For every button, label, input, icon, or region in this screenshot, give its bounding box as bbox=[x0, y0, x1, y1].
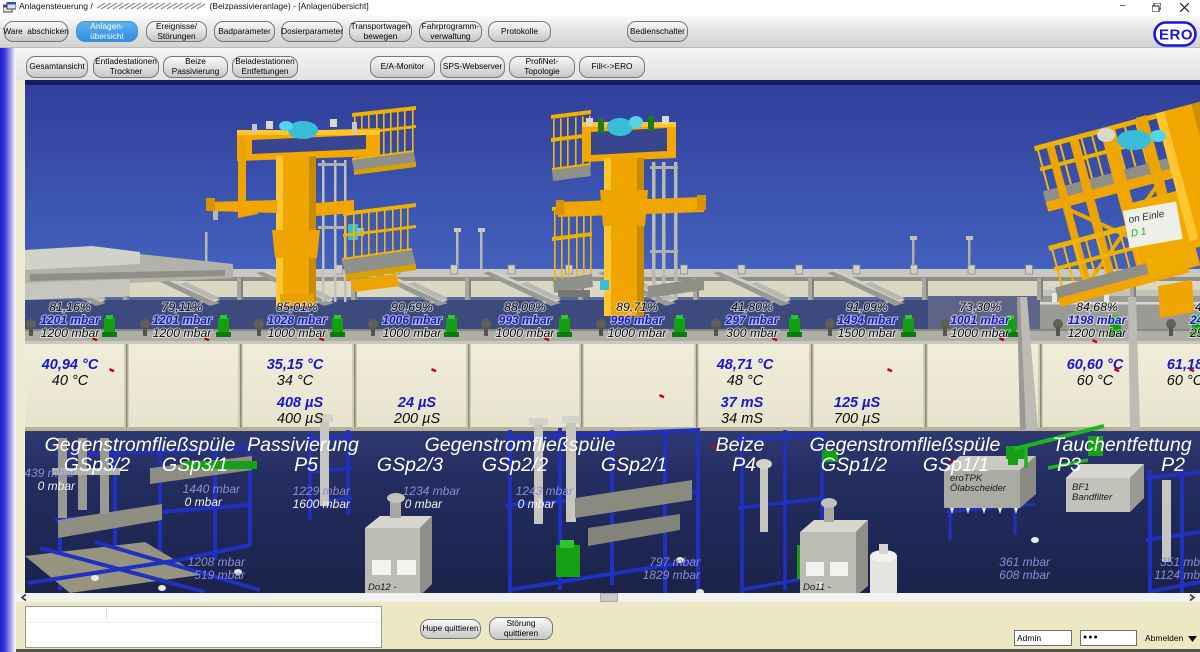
svg-text:P2: P2 bbox=[1161, 454, 1185, 476]
svg-text:300 mbar: 300 mbar bbox=[726, 326, 779, 340]
svg-text:GSp2/1: GSp2/1 bbox=[601, 454, 667, 476]
svg-text:1000 mbar: 1000 mbar bbox=[268, 326, 328, 340]
svg-text:48,71 °C: 48,71 °C bbox=[716, 357, 774, 373]
svg-text:GSp2/3: GSp2/3 bbox=[377, 454, 443, 476]
svg-text:1229 mbar: 1229 mbar bbox=[293, 484, 351, 498]
svg-text:Gegenstromfließspüle: Gegenstromfließspüle bbox=[810, 434, 1001, 456]
svg-text:Tauchentfettung: Tauchentfettung bbox=[1052, 434, 1191, 456]
svg-text:1028 mbar: 1028 mbar bbox=[267, 313, 328, 327]
svg-text:439 mbar: 439 mbar bbox=[24, 466, 76, 480]
svg-text:48 °C: 48 °C bbox=[727, 373, 764, 389]
svg-text:1006 mbar: 1006 mbar bbox=[382, 313, 443, 327]
svg-text:P4: P4 bbox=[732, 454, 756, 476]
svg-text:993 mbar: 993 mbar bbox=[499, 313, 553, 327]
svg-text:1001 mbar: 1001 mbar bbox=[950, 313, 1011, 327]
svg-text:79,11%: 79,11% bbox=[162, 300, 203, 314]
svg-text:GSp2/2: GSp2/2 bbox=[482, 454, 548, 476]
svg-text:408 µS: 408 µS bbox=[276, 395, 324, 411]
svg-text:1243 mbar: 1243 mbar bbox=[516, 484, 574, 498]
svg-text:Ölabscheider: Ölabscheider bbox=[950, 483, 1007, 494]
svg-text:1000 mbar: 1000 mbar bbox=[951, 326, 1011, 340]
svg-text:0 mbar: 0 mbar bbox=[518, 497, 556, 511]
svg-text:0 mbar: 0 mbar bbox=[38, 479, 76, 493]
svg-text:90,69%: 90,69% bbox=[391, 300, 433, 314]
svg-text:1000 mbar: 1000 mbar bbox=[496, 326, 556, 340]
svg-text:P3: P3 bbox=[1057, 454, 1081, 476]
svg-text:200 µS: 200 µS bbox=[393, 411, 441, 427]
svg-text:1208 mbar: 1208 mbar bbox=[188, 555, 246, 569]
svg-text:37 mS: 37 mS bbox=[721, 395, 764, 411]
svg-text:ERO: ERO bbox=[1159, 27, 1193, 44]
svg-text:P5: P5 bbox=[294, 454, 318, 476]
svg-text:85,01%: 85,01% bbox=[276, 300, 318, 314]
svg-text:73,30%: 73,30% bbox=[959, 300, 1001, 314]
svg-text:1000 mbar: 1000 mbar bbox=[383, 326, 443, 340]
svg-text:1500 mbar: 1500 mbar bbox=[838, 326, 898, 340]
svg-text:1000 mbar: 1000 mbar bbox=[608, 326, 668, 340]
svg-text:81,16%: 81,16% bbox=[49, 300, 91, 314]
svg-text:361 mbar: 361 mbar bbox=[999, 555, 1051, 569]
svg-text:1198 mbar: 1198 mbar bbox=[1068, 313, 1128, 327]
svg-text:60,60 °C: 60,60 °C bbox=[1067, 357, 1124, 373]
svg-text:0 mbar: 0 mbar bbox=[185, 495, 223, 509]
svg-text:Do11 -: Do11 - bbox=[803, 582, 831, 593]
svg-text:34 °C: 34 °C bbox=[277, 373, 314, 389]
svg-text:1200 mbar: 1200 mbar bbox=[153, 326, 213, 340]
svg-text:1600 mbar: 1600 mbar bbox=[293, 497, 351, 511]
svg-text:248 m: 248 m bbox=[1189, 313, 1200, 327]
svg-text:1201 mbar: 1201 mbar bbox=[152, 313, 213, 327]
svg-text:41,9: 41,9 bbox=[1195, 300, 1200, 314]
svg-text:40 °C: 40 °C bbox=[52, 373, 89, 389]
svg-text:60 °C: 60 °C bbox=[1167, 373, 1200, 389]
svg-text:351 mb: 351 mb bbox=[1160, 555, 1200, 569]
svg-text:89,71%: 89,71% bbox=[616, 300, 658, 314]
svg-text:35,15 °C: 35,15 °C bbox=[267, 357, 324, 373]
svg-text:1494 mbar: 1494 mbar bbox=[837, 313, 898, 327]
svg-text:40,94 °C: 40,94 °C bbox=[41, 357, 99, 373]
svg-text:297 mbar: 297 mbar bbox=[725, 313, 780, 327]
svg-text:1829 mbar: 1829 mbar bbox=[643, 568, 701, 582]
svg-text:Passivierung: Passivierung bbox=[247, 434, 359, 456]
svg-text:797 mbar: 797 mbar bbox=[649, 555, 701, 569]
svg-text:GSp1/2: GSp1/2 bbox=[821, 454, 887, 476]
svg-text:Bandfilter: Bandfilter bbox=[1072, 492, 1113, 503]
svg-text:996 mbar: 996 mbar bbox=[611, 313, 665, 327]
svg-text:60 °C: 60 °C bbox=[1077, 373, 1114, 389]
svg-text:1440 mbar: 1440 mbar bbox=[183, 482, 241, 496]
svg-text:1234 mbar: 1234 mbar bbox=[403, 484, 461, 498]
svg-text:88,00%: 88,00% bbox=[504, 300, 546, 314]
svg-text:519 mbar: 519 mbar bbox=[194, 568, 246, 582]
svg-text:0 mbar: 0 mbar bbox=[405, 497, 443, 511]
svg-text:1201 mbar: 1201 mbar bbox=[40, 313, 101, 327]
svg-text:250 m: 250 m bbox=[1189, 326, 1200, 340]
svg-text:84,68%: 84,68% bbox=[1076, 300, 1118, 314]
svg-text:Gegenstromfließspüle: Gegenstromfließspüle bbox=[425, 434, 616, 456]
svg-text:Gegenstromfließspüle: Gegenstromfließspüle bbox=[45, 434, 236, 456]
svg-text:400 µS: 400 µS bbox=[277, 411, 324, 427]
svg-text:41,80%: 41,80% bbox=[731, 300, 773, 314]
svg-text:1200 mbar: 1200 mbar bbox=[41, 326, 101, 340]
svg-text:61,18: 61,18 bbox=[1167, 357, 1200, 373]
svg-text:24 µS: 24 µS bbox=[397, 395, 437, 411]
svg-text:1124 mb: 1124 mb bbox=[1154, 568, 1200, 582]
svg-text:1200 mbar: 1200 mbar bbox=[1068, 326, 1128, 340]
svg-text:GSp3/1: GSp3/1 bbox=[162, 454, 228, 476]
svg-text:34 mS: 34 mS bbox=[721, 411, 763, 427]
svg-text:Beize: Beize bbox=[716, 434, 765, 456]
svg-text:608 mbar: 608 mbar bbox=[999, 568, 1051, 582]
svg-text:91,09%: 91,09% bbox=[846, 300, 888, 314]
svg-text:125 µS: 125 µS bbox=[834, 395, 881, 411]
svg-text:700 µS: 700 µS bbox=[834, 411, 881, 427]
